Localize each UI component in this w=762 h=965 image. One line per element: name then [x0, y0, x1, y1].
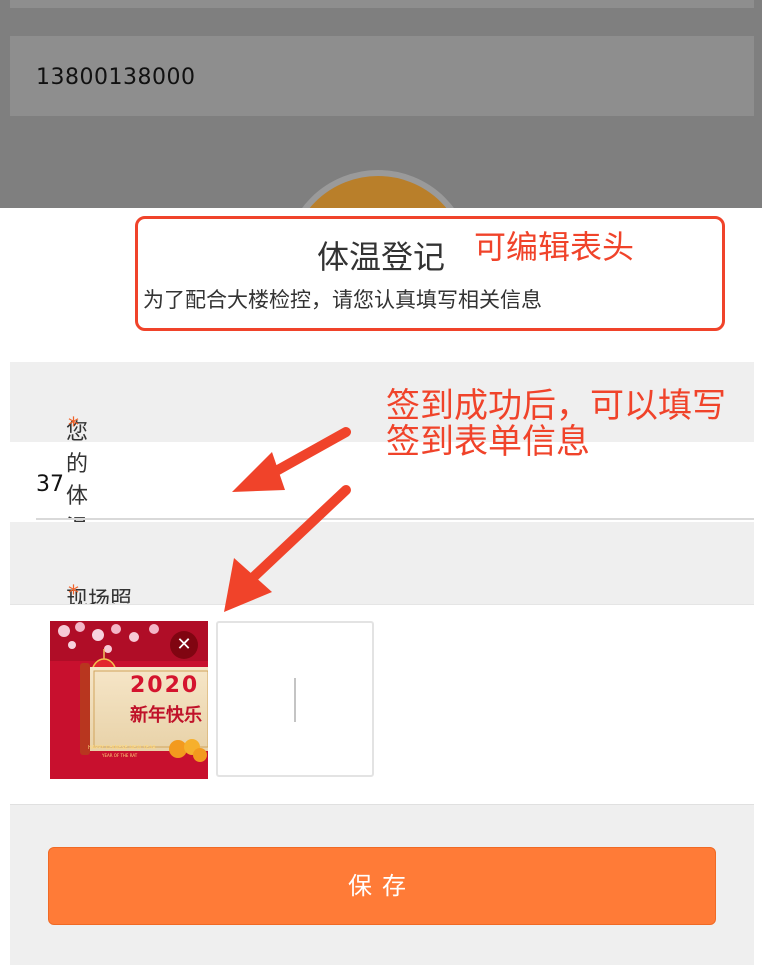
poster-english-small: YEAR OF THE RAT [102, 753, 138, 758]
add-photo-button[interactable] [216, 621, 374, 777]
form-annotation-line-2: 签到表单信息 [386, 422, 590, 462]
temperature-value: 37 [36, 472, 64, 497]
close-icon: ✕ [176, 634, 192, 655]
photo-label-row: 现场照片（大小不能超过4MB）* [10, 522, 754, 741]
photo-upload-area: 2020 新年快乐 HAPPY CHINESE NEW YEAR YEAR OF… [10, 604, 754, 805]
upload-placeholder-icon [294, 678, 296, 722]
background-avatar-circle [283, 170, 473, 210]
background-field-top [10, 0, 754, 8]
background-page-overlay: 13800138000 [0, 0, 762, 210]
background-phone-value: 13800138000 [36, 65, 196, 90]
required-mark: * [68, 414, 79, 439]
remove-photo-button[interactable]: ✕ [170, 631, 198, 659]
poster-english: HAPPY CHINESE NEW YEAR [88, 745, 156, 751]
form-annotation-line-1: 签到成功后，可以填写 [386, 386, 726, 426]
save-button[interactable]: 保存 [48, 847, 716, 925]
form-footer: 保存 [10, 804, 754, 965]
poster-greeting: 新年快乐 [130, 705, 202, 726]
poster-year: 2020 [130, 673, 200, 698]
form-sheet: 体温登记 为了配合大楼检控，请您认真填写相关信息 您的体温* 37 现场照片（大… [0, 208, 762, 965]
form-annotation-text: 签到成功后，可以填写 签到表单信息 [386, 388, 726, 460]
uploaded-photo-thumbnail[interactable]: 2020 新年快乐 HAPPY CHINESE NEW YEAR YEAR OF… [50, 621, 208, 779]
background-phone-field: 13800138000 [10, 36, 754, 116]
header-annotation-text: 可编辑表头 [474, 228, 635, 266]
header-annotation-box [135, 216, 725, 331]
